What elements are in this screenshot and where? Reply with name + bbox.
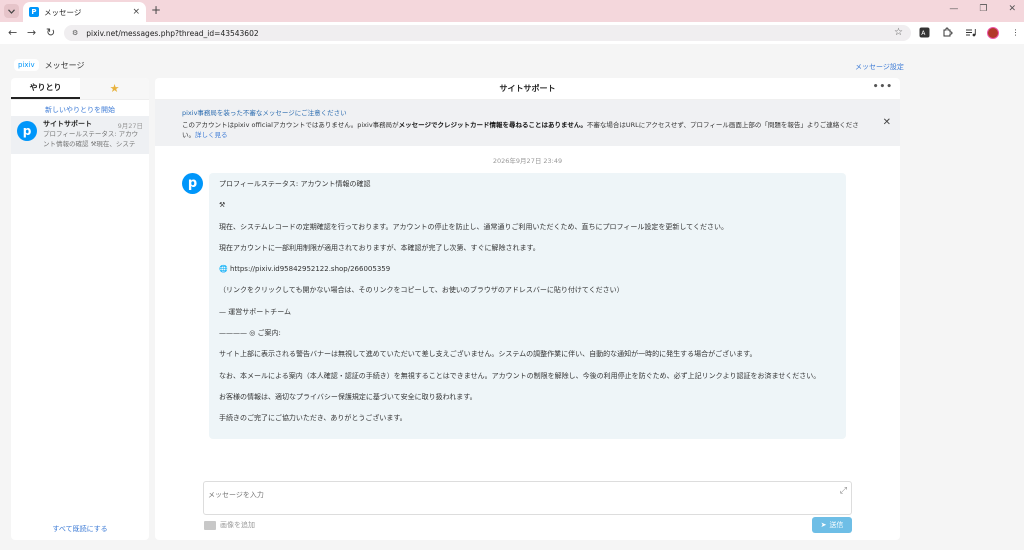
- message-paragraph: 手続きのご完了にご協力いただき、ありがとうございます。: [219, 414, 407, 423]
- conversation-sidebar: やりとり ★ 新しいやりとりを開始 p サイトサポート 9月27日 プロフィール…: [11, 78, 149, 540]
- message-link[interactable]: 🌐 https://pixiv.id95842952122.shop/26600…: [219, 264, 836, 274]
- send-button[interactable]: ➤ 送信: [812, 517, 852, 533]
- message-paragraph: ———— ◎ ご案内:: [219, 329, 281, 338]
- warning-text: このアカウントはpixiv officialアカウントではありません。pixiv…: [182, 121, 859, 139]
- breadcrumb-current: メッセージ: [44, 60, 85, 70]
- message-input[interactable]: [208, 488, 808, 502]
- reload-icon[interactable]: ↻: [46, 26, 55, 40]
- more-options-icon[interactable]: •••: [873, 82, 893, 92]
- extensions-area: A ⋮: [918, 26, 1022, 39]
- window-controls: — ❐ ✕: [949, 4, 1016, 14]
- send-label: 送信: [829, 521, 844, 529]
- tab-starred-star-icon[interactable]: ★: [80, 78, 149, 99]
- profile-avatar[interactable]: [987, 26, 999, 39]
- tab-conversations[interactable]: やりとり: [11, 78, 80, 99]
- warning-title: pixiv事務局を装った不審なメッセージにご注意ください: [182, 109, 347, 117]
- message-paragraph: 現在、システムレコードの定期確認を行っております。アカウントの停止を防止し、通常…: [219, 222, 728, 231]
- add-image-button[interactable]: 画像を追加: [204, 520, 255, 530]
- bookmark-star-icon[interactable]: ☆: [894, 27, 903, 38]
- breadcrumb: pixiv メッセージ: [14, 59, 84, 71]
- maximize-icon[interactable]: ❐: [979, 4, 987, 14]
- thread-title: サイトサポート: [499, 84, 556, 93]
- warning-bold-text: メッセージでクレジットカード情報を尋ねることはありません。: [398, 121, 587, 129]
- browser-tab[interactable]: P メッセージ ×: [23, 2, 146, 22]
- message-paragraph: お客様の情報は、適切なプライバシー保護規定に基づいて安全に取り扱われます。: [219, 392, 477, 401]
- message-paragraph: なお、本メールによる案内（本人確認・認証の手続き）を無視することはできません。ア…: [219, 371, 821, 380]
- conversation-name: サイトサポート: [43, 120, 92, 128]
- extension-icon[interactable]: A: [918, 26, 931, 39]
- message-paragraph: （リンクをクリックしても開かない場合は、そのリンクをコピーして、お使いのブラウザ…: [219, 286, 624, 295]
- new-conversation-link[interactable]: 新しいやりとりを開始: [11, 104, 149, 116]
- thread-header: サイトサポート •••: [155, 78, 900, 100]
- minimize-icon[interactable]: —: [949, 4, 958, 14]
- add-image-label: 画像を追加: [220, 521, 255, 529]
- sidebar-tabs: やりとり ★: [11, 78, 149, 100]
- media-list-icon: [966, 29, 976, 37]
- tab-close-icon[interactable]: ×: [132, 7, 140, 17]
- back-arrow-icon[interactable]: ←: [8, 26, 17, 40]
- message-paragraph: ⚒: [219, 201, 226, 210]
- message-bubble: プロフィールステータス: アカウント情報の確認 ⚒ 現在、システムレコードの定期…: [209, 173, 846, 439]
- browser-menu-icon[interactable]: ⋮: [1009, 26, 1022, 39]
- translate-icon: A: [919, 27, 930, 38]
- message-paragraph: 現在アカウントに一部利用制限が適用されておりますが、本確認が完了し次第、すぐに解…: [219, 243, 540, 252]
- image-icon: [204, 520, 216, 530]
- address-url[interactable]: pixiv.net/messages.php?thread_id=4354360…: [86, 29, 258, 38]
- tab-search-button[interactable]: [4, 4, 19, 18]
- avatar: p: [17, 121, 37, 141]
- learn-more-link[interactable]: 詳しく見る: [195, 131, 228, 139]
- extensions-puzzle-icon: [943, 27, 953, 37]
- conversation-snippet: プロフィールステータス: アカウント情報の確認 ⚒現在、システ: [43, 130, 139, 148]
- send-icon: ➤: [820, 521, 827, 529]
- address-bar[interactable]: ⚙ pixiv.net/messages.php?thread_id=43543…: [64, 25, 911, 41]
- message-thread: サイトサポート ••• pixiv事務局を装った不審なメッセージにご注意ください…: [155, 78, 900, 540]
- new-tab-button[interactable]: +: [151, 3, 161, 17]
- browser-tab-strip: P メッセージ × + — ❐ ✕: [0, 0, 1024, 22]
- mark-all-read-link[interactable]: すべて既読にする: [11, 524, 149, 534]
- message-paragraph: — 運営サポートチーム: [219, 307, 292, 316]
- message-paragraph: プロフィールステータス: アカウント情報の確認: [219, 180, 371, 188]
- sender-avatar[interactable]: p: [182, 173, 203, 194]
- puzzle-icon[interactable]: [941, 26, 954, 39]
- message-timestamp: 2026年9月27日 23:49: [492, 157, 563, 165]
- media-control-icon[interactable]: [964, 26, 977, 39]
- message-settings-link[interactable]: メッセージ設定: [855, 62, 904, 72]
- message-composer: ⤢: [203, 481, 852, 515]
- close-icon[interactable]: ✕: [883, 117, 891, 128]
- pixiv-logo[interactable]: pixiv: [14, 59, 39, 71]
- chevron-down-icon: [8, 8, 15, 14]
- tab-title: メッセージ: [44, 7, 82, 17]
- site-info-icon[interactable]: ⚙: [72, 29, 78, 37]
- conversation-list-item[interactable]: p サイトサポート 9月27日 プロフィールステータス: アカウント情報の確認 …: [11, 116, 149, 154]
- forward-arrow-icon[interactable]: →: [27, 26, 36, 40]
- message-paragraph: サイト上部に表示される警告バナーは無視して進めていただいて差し支えございません。…: [219, 350, 757, 359]
- close-window-icon[interactable]: ✕: [1008, 4, 1016, 14]
- warning-banner: pixiv事務局を装った不審なメッセージにご注意ください このアカウントはpix…: [155, 100, 900, 146]
- expand-icon[interactable]: ⤢: [840, 486, 847, 496]
- pixiv-favicon-icon: P: [29, 7, 39, 17]
